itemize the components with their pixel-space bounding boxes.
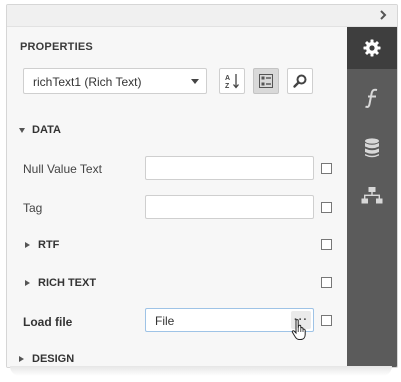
svg-text:Z: Z: [225, 83, 230, 90]
collapsed-arrow-icon: [19, 356, 24, 362]
section-design[interactable]: DESIGN: [19, 353, 74, 365]
hierarchy-icon: [361, 187, 383, 204]
null-value-text-checkbox[interactable]: [321, 163, 332, 174]
sort-alphabetical-button[interactable]: A Z: [219, 68, 245, 94]
component-select[interactable]: richText1 (Rich Text): [23, 68, 207, 94]
null-value-text-input[interactable]: [145, 156, 314, 180]
section-rtf[interactable]: RTF: [25, 239, 59, 251]
side-tab-bar: [347, 27, 397, 367]
sort-alphabetical-icon: A Z: [225, 74, 239, 90]
categorized-view-icon: [259, 74, 273, 88]
rich-text-checkbox[interactable]: [321, 277, 332, 288]
tag-label: Tag: [23, 201, 43, 215]
search-button[interactable]: [287, 68, 313, 94]
collapsed-arrow-icon: [25, 280, 30, 286]
load-file-value: File: [155, 314, 175, 328]
search-icon: [293, 74, 307, 88]
section-data[interactable]: DATA: [19, 124, 61, 136]
panel-title: PROPERTIES: [20, 41, 93, 53]
hand-cursor-icon: [291, 319, 306, 340]
panel-shadow: [10, 366, 392, 376]
load-file-checkbox[interactable]: [321, 315, 332, 326]
load-file-input[interactable]: File ···: [145, 308, 314, 332]
collapsed-arrow-icon: [25, 242, 30, 248]
panel-top-bar: [7, 5, 397, 27]
svg-text:A: A: [225, 75, 230, 82]
tab-data-source[interactable]: [347, 127, 397, 169]
rtf-checkbox[interactable]: [321, 239, 332, 250]
section-design-label: DESIGN: [32, 353, 75, 365]
tag-checkbox[interactable]: [321, 202, 332, 213]
null-value-text-label: Null Value Text: [23, 162, 102, 176]
section-rich-text[interactable]: RICH TEXT: [25, 277, 96, 289]
tag-input[interactable]: [145, 195, 314, 219]
properties-content: PROPERTIES richText1 (Rich Text) A Z DAT…: [7, 27, 347, 367]
chevron-down-icon: [191, 79, 199, 84]
database-icon: [365, 138, 379, 158]
tab-expressions[interactable]: [347, 77, 397, 119]
section-rich-text-label: RICH TEXT: [38, 277, 97, 289]
tab-properties[interactable]: [347, 27, 397, 69]
categorized-view-button[interactable]: [253, 68, 279, 94]
component-select-value: richText1 (Rich Text): [33, 75, 142, 89]
section-data-label: DATA: [32, 124, 61, 136]
section-rtf-label: RTF: [38, 239, 60, 251]
load-file-label: Load file: [23, 315, 73, 329]
gear-icon: [363, 39, 381, 57]
chevron-right-icon[interactable]: [375, 7, 391, 23]
properties-panel: PROPERTIES richText1 (Rich Text) A Z DAT…: [6, 4, 398, 368]
expanded-arrow-icon: [19, 127, 25, 133]
tab-report-explorer[interactable]: [347, 175, 397, 217]
function-icon: [365, 88, 378, 108]
